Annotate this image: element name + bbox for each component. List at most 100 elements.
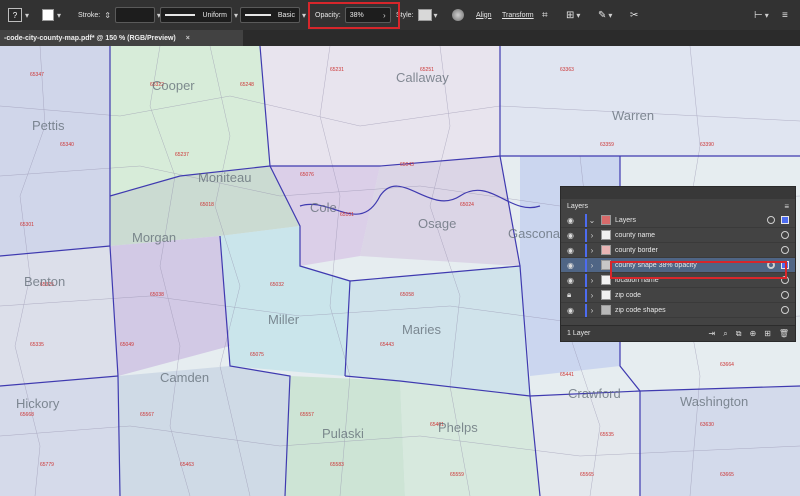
svg-text:63664: 63664 (720, 362, 734, 368)
hamburger-icon[interactable]: ≡ (782, 6, 788, 24)
chevron-right-icon[interactable]: › (587, 276, 597, 285)
clipping-mask-icon[interactable]: ⧉ (736, 329, 742, 339)
transform-button[interactable]: Transform (502, 6, 534, 24)
new-sublayer-icon[interactable]: ⊕ (749, 329, 756, 339)
selection-square-icon[interactable] (781, 216, 789, 224)
target-icon[interactable] (767, 216, 775, 224)
county-label: Cooper (152, 78, 195, 93)
target-icon[interactable] (781, 306, 789, 314)
visibility-eye-icon[interactable]: ◉ (567, 246, 579, 255)
county-label: Maries (402, 322, 442, 337)
layer-row[interactable]: ◉ › county border (561, 243, 795, 258)
svg-text:65231: 65231 (330, 67, 344, 73)
visibility-eye-icon[interactable]: ◉ (567, 306, 579, 315)
svg-text:65101: 65101 (340, 212, 354, 218)
county-label: Morgan (132, 230, 177, 245)
layer-name: county border (615, 246, 658, 254)
stroke-label: Stroke: (78, 11, 101, 19)
svg-text:65018: 65018 (200, 202, 214, 208)
chevron-right-icon[interactable]: › (587, 306, 597, 315)
layer-row[interactable]: ◉ › county name (561, 228, 795, 243)
transform-label: Transform (502, 11, 534, 19)
svg-text:65567: 65567 (140, 412, 154, 418)
svg-text:65559: 65559 (450, 472, 464, 478)
layer-name: Layers (615, 216, 637, 224)
panel-menu-icon[interactable]: ≡ (784, 202, 789, 211)
svg-text:65038: 65038 (150, 292, 164, 298)
layers-panel-title[interactable]: Layers (567, 203, 588, 210)
layer-row[interactable]: 🔒︎ › zip code (561, 288, 795, 303)
brush-definition[interactable]: Basic ▾ (240, 6, 306, 24)
svg-text:65049: 65049 (120, 342, 134, 348)
svg-text:65058: 65058 (400, 292, 414, 298)
county-label: Osage (418, 216, 457, 231)
brush-dropdown[interactable]: Basic (240, 7, 300, 23)
visibility-eye-icon[interactable]: ◉ (567, 216, 579, 225)
visibility-eye-icon[interactable]: ◉ (567, 276, 579, 285)
county-label: Camden (160, 370, 210, 385)
target-icon[interactable] (781, 231, 789, 239)
document-tab-title: -code-city-county-map.pdf* @ 150 % (RGB/… (4, 34, 176, 42)
visibility-eye-icon[interactable]: ◉ (567, 261, 579, 270)
svg-text:63630: 63630 (700, 422, 714, 428)
target-icon[interactable] (781, 246, 789, 254)
chevron-right-icon[interactable]: › (587, 291, 597, 300)
document-tab-bar: -code-city-county-map.pdf* @ 150 % (RGB/… (0, 30, 800, 46)
close-icon[interactable]: × (186, 35, 190, 42)
document-tab[interactable]: -code-city-county-map.pdf* @ 150 % (RGB/… (0, 30, 243, 46)
question-icon[interactable]: ? (8, 8, 22, 22)
trash-icon[interactable]: 🗑︎ (779, 329, 789, 339)
svg-text:63359: 63359 (600, 142, 614, 148)
visibility-eye-icon[interactable]: ◉ (567, 231, 579, 240)
county-label: Warren (612, 108, 655, 123)
select-similar-icon[interactable]: ⌗ (542, 6, 548, 24)
search-icon[interactable]: ⌕ (723, 329, 727, 339)
layer-row[interactable]: ◉ ⌄ Layers (561, 213, 795, 228)
profile-dropdown[interactable]: Uniform (160, 7, 232, 23)
recolor-icon[interactable] (452, 6, 464, 24)
county-label: Phelps (438, 420, 478, 435)
svg-text:65565: 65565 (580, 472, 594, 478)
fill-color-swatch[interactable] (42, 9, 54, 21)
chevron-down-icon[interactable]: ▾ (234, 11, 238, 20)
county-label: Pettis (32, 118, 65, 133)
help-menu[interactable]: ? ▾ (8, 6, 29, 24)
stroke-stepper-icon[interactable]: ⇕ (104, 11, 111, 20)
edit-contents-icon[interactable]: ✎ ▾ (598, 6, 612, 24)
scissors-icon[interactable]: ✂ (630, 6, 638, 24)
county-label: Pulaski (322, 426, 364, 441)
chevron-right-icon[interactable]: › (587, 231, 597, 240)
chevron-right-icon[interactable]: › (587, 261, 597, 270)
chevron-down-icon[interactable]: ▾ (57, 11, 61, 20)
layers-panel-tabstrip[interactable] (561, 187, 795, 199)
chevron-down-icon[interactable]: ⌄ (587, 216, 597, 225)
layer-thumbnail (601, 245, 611, 255)
svg-text:65076: 65076 (300, 172, 314, 178)
chevron-down-icon[interactable]: ▾ (302, 11, 306, 20)
control-bar: ? ▾ ▾ Stroke: ⇕ ▾ Uniform ▾ Basic ▾ Opac… (0, 0, 800, 30)
layer-row[interactable]: ◉ › zip code shapes (561, 303, 795, 318)
export-icon[interactable]: ⇥ (709, 329, 716, 339)
county-label: Cole (310, 200, 337, 215)
stroke-weight-field[interactable] (114, 7, 155, 23)
svg-text:65024: 65024 (460, 202, 474, 208)
svg-text:65043: 65043 (400, 162, 414, 168)
recolor-globe-icon (452, 9, 464, 21)
chevron-down-icon[interactable]: ▾ (25, 11, 29, 20)
svg-text:65340: 65340 (60, 142, 74, 148)
footer-icons: ⇥ ⌕ ⧉ ⊕ ⊞ 🗑︎ (709, 329, 789, 339)
chevron-right-icon[interactable]: › (587, 246, 597, 255)
panel-icon[interactable]: ⊢ ▾ (754, 6, 769, 24)
svg-text:65441: 65441 (560, 372, 574, 378)
fill-swatch[interactable]: ▾ (42, 6, 61, 24)
target-icon[interactable] (781, 291, 789, 299)
svg-text:65075: 65075 (250, 352, 264, 358)
chevron-down-icon[interactable]: ▾ (434, 11, 438, 20)
align-button[interactable]: Align (476, 6, 492, 24)
isolate-icon[interactable]: ⊞ ▾ (566, 6, 580, 24)
lock-icon[interactable]: 🔒︎ (567, 290, 579, 300)
variable-width-profile[interactable]: Uniform ▾ (160, 6, 238, 24)
svg-text:65301: 65301 (20, 222, 34, 228)
style-swatch[interactable] (417, 9, 432, 21)
new-layer-icon[interactable]: ⊞ (764, 329, 771, 339)
